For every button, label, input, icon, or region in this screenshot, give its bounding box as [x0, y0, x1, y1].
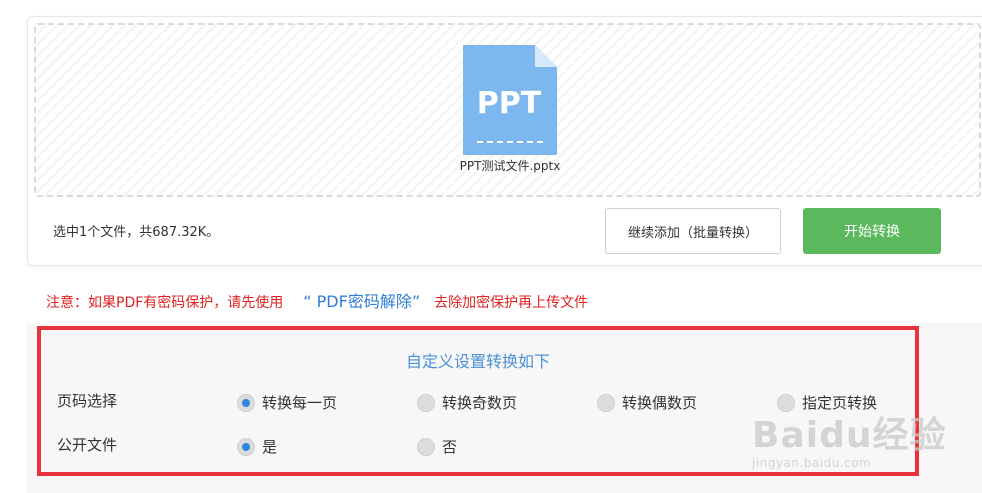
file-type-label: PPT: [477, 86, 542, 121]
radio-unchecked-icon: [417, 437, 435, 456]
file-drop-zone[interactable]: PPT PPT测试文件.pptx: [34, 23, 981, 197]
radio-label: 是: [262, 438, 278, 456]
public-file-label: 公开文件: [57, 436, 118, 454]
watermark-url: jingyan.baidu.com: [752, 456, 872, 470]
radio-page-all[interactable]: 转换每一页: [237, 392, 337, 413]
radio-unchecked-icon: [597, 393, 615, 412]
upload-card: PPT PPT测试文件.pptx 选中1个文件，共687.32K。 继续添加（批…: [27, 16, 982, 266]
watermark-logo: Baidu经验: [752, 415, 947, 456]
radio-label: 转换偶数页: [622, 394, 698, 412]
radio-checked-icon: [237, 393, 255, 412]
ppt-file-icon: PPT: [463, 45, 557, 155]
password-notice: 注意：如果PDF有密码保护，请先使用 “ PDF密码解除” 去除加密保护再上传文件: [46, 288, 588, 312]
page-select-label: 页码选择: [57, 392, 118, 410]
notice-suffix: 去除加密保护再上传文件: [434, 295, 589, 311]
add-more-button[interactable]: 继续添加（批量转换）: [605, 208, 781, 254]
file-name: PPT测试文件.pptx: [459, 159, 561, 173]
radio-page-even[interactable]: 转换偶数页: [597, 392, 697, 413]
settings-title: 自定义设置转换如下: [405, 352, 550, 371]
notice-prefix: 注意：如果PDF有密码保护，请先使用: [46, 295, 284, 311]
start-convert-button[interactable]: 开始转换: [803, 208, 941, 254]
radio-label: 否: [442, 438, 458, 456]
file-tile[interactable]: PPT PPT测试文件.pptx: [450, 45, 570, 174]
pdf-unlock-link[interactable]: “ PDF密码解除”: [303, 292, 420, 311]
radio-public-yes[interactable]: 是: [237, 436, 277, 457]
radio-public-no[interactable]: 否: [417, 436, 457, 457]
radio-label: 转换奇数页: [442, 394, 518, 412]
radio-label: 转换每一页: [262, 394, 338, 412]
radio-checked-icon: [237, 437, 255, 456]
baidu-jingyan-watermark: Baidu经验 jingyan.baidu.com: [752, 406, 946, 470]
radio-unchecked-icon: [417, 393, 435, 412]
selection-status: 选中1个文件，共687.32K。: [53, 225, 220, 240]
radio-page-odd[interactable]: 转换奇数页: [417, 392, 517, 413]
